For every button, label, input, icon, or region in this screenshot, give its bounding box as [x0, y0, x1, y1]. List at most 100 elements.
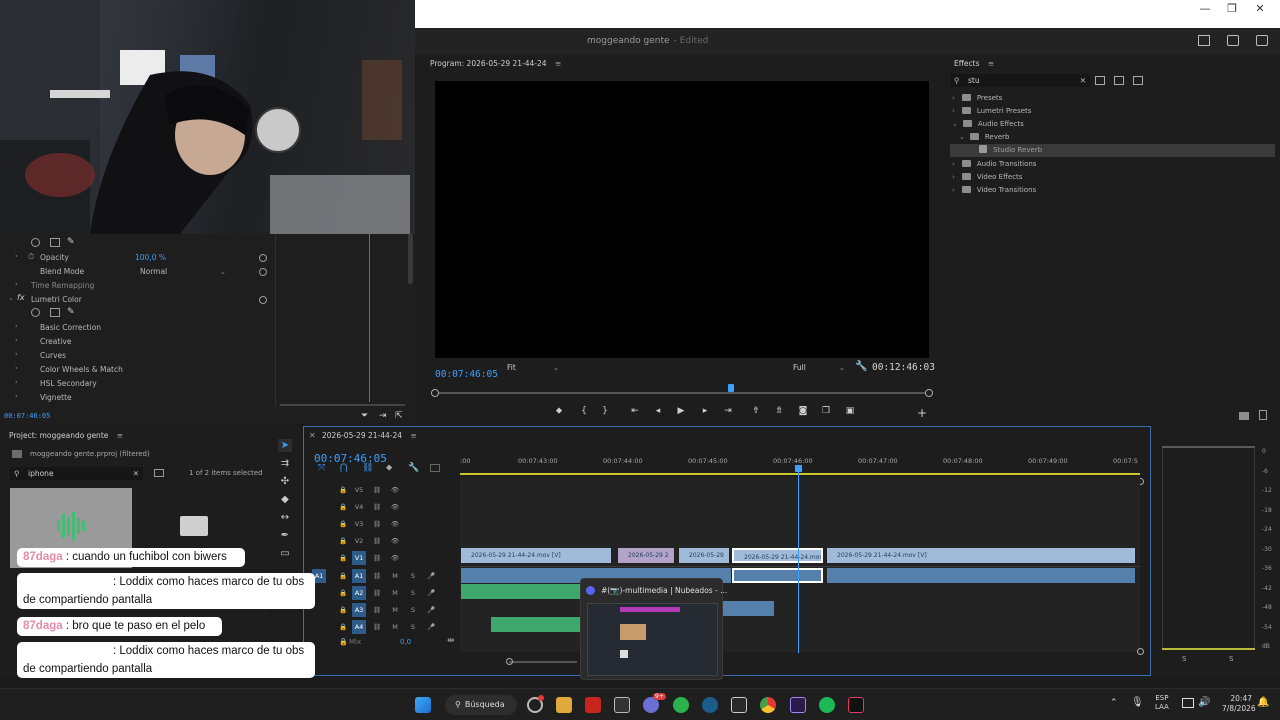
slip-tool-icon[interactable]: ↔: [278, 511, 292, 524]
captions-icon[interactable]: [430, 464, 440, 472]
sync-lock-icon[interactable]: ⛓: [370, 569, 384, 583]
lift-icon[interactable]: ⇮: [749, 406, 763, 416]
audio-track-header[interactable]: A1 🔒 A1 ⛓ M S 🎤: [312, 569, 462, 585]
reset-icon[interactable]: [259, 254, 267, 262]
language-indicator[interactable]: ESP LAA: [1155, 694, 1169, 712]
restore-button[interactable]: ❐: [1217, 2, 1247, 16]
file-explorer-icon[interactable]: [556, 697, 572, 713]
ripple-edit-tool-icon[interactable]: ✣: [278, 475, 292, 488]
sync-lock-icon[interactable]: ⛓: [370, 500, 384, 514]
effects-search-input[interactable]: ⚲ stu ✕: [950, 74, 1090, 87]
export-icon[interactable]: ⇱: [395, 411, 403, 421]
nest-icon[interactable]: ⤧: [318, 463, 325, 473]
rectangle-mask-icon[interactable]: [50, 308, 60, 317]
go-to-in-icon[interactable]: ⇤: [628, 406, 642, 416]
lock-icon[interactable]: 🔒: [336, 603, 350, 617]
spotify-icon[interactable]: [819, 697, 835, 713]
effects-tree-item-presets[interactable]: › Presets: [952, 92, 1002, 105]
news-app-icon[interactable]: [585, 697, 601, 713]
camera-icon[interactable]: ◙: [796, 406, 810, 416]
video-clip[interactable]: 2026-05-29: [679, 548, 729, 563]
ellipse-mask-icon[interactable]: [31, 238, 40, 247]
audio-clip[interactable]: [827, 568, 1135, 583]
mark-out-icon[interactable]: }: [598, 406, 612, 416]
mark-in-icon[interactable]: {: [577, 406, 591, 416]
video-track-header[interactable]: 🔒 V2 ⛓ 👁: [312, 534, 462, 550]
track-target[interactable]: V5: [352, 483, 366, 497]
track-target[interactable]: V3: [352, 517, 366, 531]
program-video-screen[interactable]: [435, 81, 929, 358]
opacity-value[interactable]: 100,0 %: [135, 252, 166, 264]
eye-icon[interactable]: 👁: [388, 517, 402, 531]
solo-button[interactable]: S: [406, 603, 420, 617]
timecode-value[interactable]: 00:07:46:05: [4, 412, 50, 420]
step-back-icon[interactable]: ◂: [651, 406, 665, 416]
video-clip[interactable]: 2026-05-29 21-44-24.mov [V]: [827, 548, 1135, 563]
project-search-input[interactable]: ⚲ iphone ✕: [10, 467, 143, 480]
lock-icon[interactable]: 🔒: [336, 500, 350, 514]
lock-icon[interactable]: 🔒: [336, 620, 350, 634]
lock-icon[interactable]: 🔒: [336, 517, 350, 531]
menu-icon[interactable]: ≡: [555, 59, 561, 68]
track-select-tool-icon[interactable]: ⇉: [278, 457, 292, 470]
mute-button[interactable]: M: [388, 620, 402, 634]
scrub-start-handle[interactable]: [431, 389, 439, 397]
track-target[interactable]: A3: [352, 603, 366, 617]
reset-icon[interactable]: [259, 296, 267, 304]
microphone-icon[interactable]: 🎙: [1131, 697, 1144, 708]
audio-clip[interactable]: [491, 617, 581, 632]
chevron-up-icon[interactable]: ⌃: [1110, 698, 1118, 708]
zoom-scrollbar[interactable]: [280, 404, 405, 406]
solo-button[interactable]: S: [406, 586, 420, 600]
snap-icon[interactable]: ⋂: [340, 463, 347, 473]
expand-icon[interactable]: ›: [15, 378, 18, 386]
solo-right-button[interactable]: S: [1229, 655, 1233, 663]
track-target[interactable]: V2: [352, 534, 366, 548]
ellipse-mask-icon[interactable]: [31, 308, 40, 317]
menu-icon[interactable]: ≡: [988, 59, 994, 68]
folder-icon[interactable]: [180, 516, 208, 536]
network-icon[interactable]: [1182, 698, 1194, 708]
microphone-icon[interactable]: 🎤: [424, 569, 438, 583]
mix-value[interactable]: 0,0: [400, 638, 411, 646]
play-audio-icon[interactable]: ⇥: [379, 411, 387, 421]
lock-icon[interactable]: 🔒: [336, 483, 350, 497]
vignette-label[interactable]: Vignette: [40, 392, 72, 404]
track-target[interactable]: A4: [352, 620, 366, 634]
effects-tree-item-audio-transitions[interactable]: › Audio Transitions: [952, 158, 1036, 171]
lock-icon[interactable]: 🔒: [339, 638, 348, 646]
playhead-handle[interactable]: [795, 465, 802, 472]
notification-bell-icon[interactable]: 🔔: [1257, 697, 1269, 708]
mute-button[interactable]: M: [388, 569, 402, 583]
filter-icon[interactable]: ⏷: [361, 411, 368, 421]
video-track-header[interactable]: 🔒 V1 ⛓ 👁: [312, 551, 462, 567]
track-target[interactable]: V4: [352, 500, 366, 514]
scrollbar[interactable]: [408, 234, 413, 284]
add-marker-icon[interactable]: ⬥: [552, 406, 566, 416]
linked-selection-icon[interactable]: ⛓: [362, 463, 373, 473]
timeline-playhead[interactable]: [798, 467, 799, 653]
effects-tree-item-studio-reverb[interactable]: Studio Reverb: [950, 144, 1275, 157]
curves-label[interactable]: Curves: [40, 350, 66, 362]
mute-button[interactable]: M: [388, 603, 402, 617]
solo-button[interactable]: S: [406, 569, 420, 583]
sync-lock-icon[interactable]: ⛓: [370, 483, 384, 497]
fit-select[interactable]: Fit ⌄: [507, 363, 559, 372]
solo-left-button[interactable]: S: [1182, 655, 1186, 663]
fullscreen-icon[interactable]: [1256, 35, 1268, 46]
wrench-icon[interactable]: 🔧: [855, 361, 867, 372]
yuv-effects-icon[interactable]: [1133, 76, 1143, 85]
clear-search-icon[interactable]: ✕: [133, 467, 139, 480]
zoom-handle-left[interactable]: [506, 658, 513, 665]
track-target[interactable]: A2: [352, 586, 366, 600]
expand-icon[interactable]: ›: [15, 392, 18, 400]
menu-icon[interactable]: ≡: [117, 431, 123, 440]
microphone-icon[interactable]: 🎤: [424, 620, 438, 634]
collapse-icon[interactable]: ⌄: [8, 294, 14, 302]
current-timecode-value[interactable]: 00:07:46:05: [435, 369, 498, 380]
windows-start-icon[interactable]: [415, 697, 431, 713]
microphone-icon[interactable]: 🎤: [424, 586, 438, 600]
expand-icon[interactable]: ›: [15, 350, 18, 358]
scrub-end-handle[interactable]: [925, 389, 933, 397]
video-track-header[interactable]: 🔒 V5 ⛓ 👁: [312, 483, 462, 499]
